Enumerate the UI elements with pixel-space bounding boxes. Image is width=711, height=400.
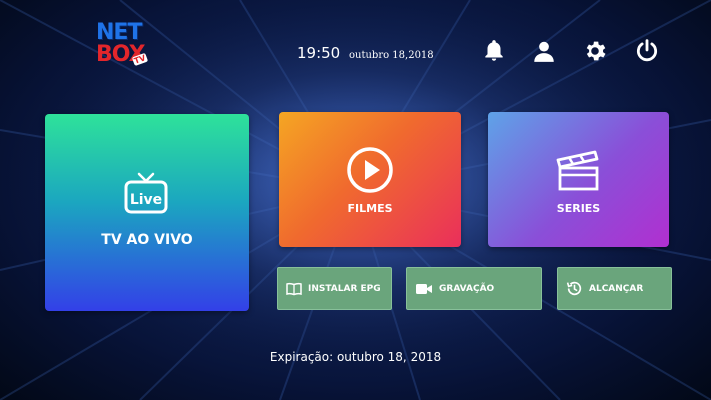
netbox-logo: NET BOX TV <box>96 22 150 82</box>
play-icon <box>347 147 393 193</box>
logo-text-net: NET <box>96 20 142 45</box>
tile-filmes[interactable]: FILMES <box>279 112 461 247</box>
catch-up-button[interactable]: ALCANÇAR <box>557 267 672 310</box>
tile-label-tv-ao-vivo: TV AO VIVO <box>101 232 193 248</box>
power-icon[interactable] <box>634 38 660 64</box>
tile-tv-ao-vivo[interactable]: Live TV AO VIVO <box>45 114 249 311</box>
install-epg-label: INSTALAR EPG <box>308 283 381 294</box>
tile-label-filmes: FILMES <box>347 202 393 215</box>
catch-up-label: ALCANÇAR <box>589 283 644 294</box>
bell-icon[interactable] <box>481 38 507 64</box>
clock-date: outubro 18,2018 <box>349 50 434 61</box>
tile-label-series: SERIES <box>556 202 601 215</box>
video-camera-icon <box>416 283 432 294</box>
install-epg-button[interactable]: INSTALAR EPG <box>277 267 392 310</box>
book-icon <box>286 282 302 295</box>
live-icon-text: Live <box>130 192 162 208</box>
history-clock-icon <box>566 281 582 296</box>
expiry-text: Expiração: outubro 18, 2018 <box>269 350 442 364</box>
recording-label: GRAVAÇÃO <box>439 283 495 294</box>
user-icon[interactable] <box>531 38 557 64</box>
recording-button[interactable]: GRAVAÇÃO <box>406 267 542 310</box>
live-tv-icon: Live <box>124 172 168 214</box>
clapperboard-icon <box>556 150 599 191</box>
tile-series[interactable]: SERIES <box>488 112 669 247</box>
clock-time: 19:50 <box>297 44 341 62</box>
gear-icon[interactable] <box>582 38 608 64</box>
